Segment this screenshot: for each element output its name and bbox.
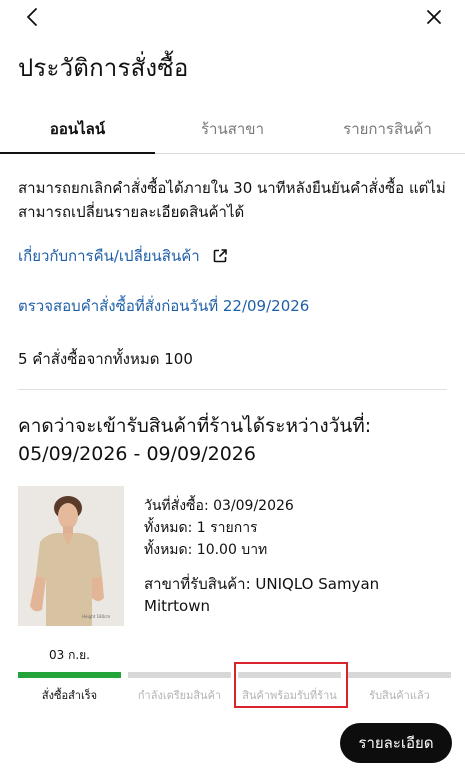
pickup-date-range: 05/09/2026 - 09/09/2026 <box>18 443 256 465</box>
progress-bar-segment <box>18 672 121 678</box>
external-link-icon <box>213 249 227 263</box>
product-image[interactable]: Height 180cm <box>18 486 124 626</box>
order-total-amount: ทั้งหมด: 10.00 บาท <box>144 542 268 558</box>
order-total-items: ทั้งหมด: 1 รายการ <box>144 520 258 536</box>
progress-step-label: กำลังเตรียมสินค้า <box>137 689 222 702</box>
tab-item-list[interactable]: รายการสินค้า <box>310 110 465 153</box>
highlight-box <box>234 662 348 708</box>
back-button[interactable] <box>22 6 44 28</box>
progress-bar-segment <box>128 672 231 678</box>
divider <box>18 389 447 390</box>
page-title: ประวัติการสั่งซื้อ <box>18 54 189 82</box>
svg-text:Height 180cm: Height 180cm <box>82 614 110 619</box>
progress-step-date: 03 ก.ย. <box>48 648 90 662</box>
progress-step-label: รับสินค้าแล้ว <box>369 689 430 702</box>
pickup-heading-text: คาดว่าจะเข้ารับสินค้าที่ร้านได้ระหว่างวั… <box>18 415 372 437</box>
close-icon <box>427 10 441 24</box>
pickup-store: สาขาที่รับสินค้า: UNIQLO Samyan Mitrtown <box>144 575 380 615</box>
product-photo: Height 180cm <box>18 486 124 626</box>
progress-step-ordered: 03 ก.ย. สั่งซื้อสำเร็จ <box>18 646 121 706</box>
progress-step-label: สั่งซื้อสำเร็จ <box>41 689 98 702</box>
check-older-orders-link[interactable]: ตรวจสอบคำสั่งซื้อที่สั่งก่อนวันที่ 22/09… <box>18 294 309 318</box>
close-button[interactable] <box>423 6 445 28</box>
top-bar <box>0 0 465 34</box>
cancel-notice: สามารถยกเลิกคำสั่งซื้อได้ภายใน 30 นาทีหล… <box>18 179 446 221</box>
tab-online[interactable]: ออนไลน์ <box>0 110 155 154</box>
progress-step-preparing: กำลังเตรียมสินค้า <box>128 646 231 706</box>
progress-step-picked-up: รับสินค้าแล้ว <box>348 646 451 706</box>
chevron-left-icon <box>27 8 37 26</box>
progress-bar-segment <box>348 672 451 678</box>
returns-info-label: เกี่ยวกับการคืน/เปลี่ยนสินค้า <box>18 247 200 265</box>
tab-bar: ออนไลน์ ร้านสาขา รายการสินค้า <box>0 110 465 154</box>
order-count: 5 คำสั่งซื้อจากทั้งหมด 100 <box>18 350 193 368</box>
details-button[interactable]: รายละเอียด <box>340 723 452 763</box>
order-date: วันที่สั่งซื้อ: 03/09/2026 <box>144 498 294 514</box>
order-info: วันที่สั่งซื้อ: 03/09/2026 ทั้งหมด: 1 รา… <box>144 495 444 617</box>
tab-store-branch[interactable]: ร้านสาขา <box>155 110 310 153</box>
pickup-date-heading: คาดว่าจะเข้ารับสินค้าที่ร้านได้ระหว่างวั… <box>18 412 448 468</box>
returns-info-link[interactable]: เกี่ยวกับการคืน/เปลี่ยนสินค้า <box>18 244 228 268</box>
